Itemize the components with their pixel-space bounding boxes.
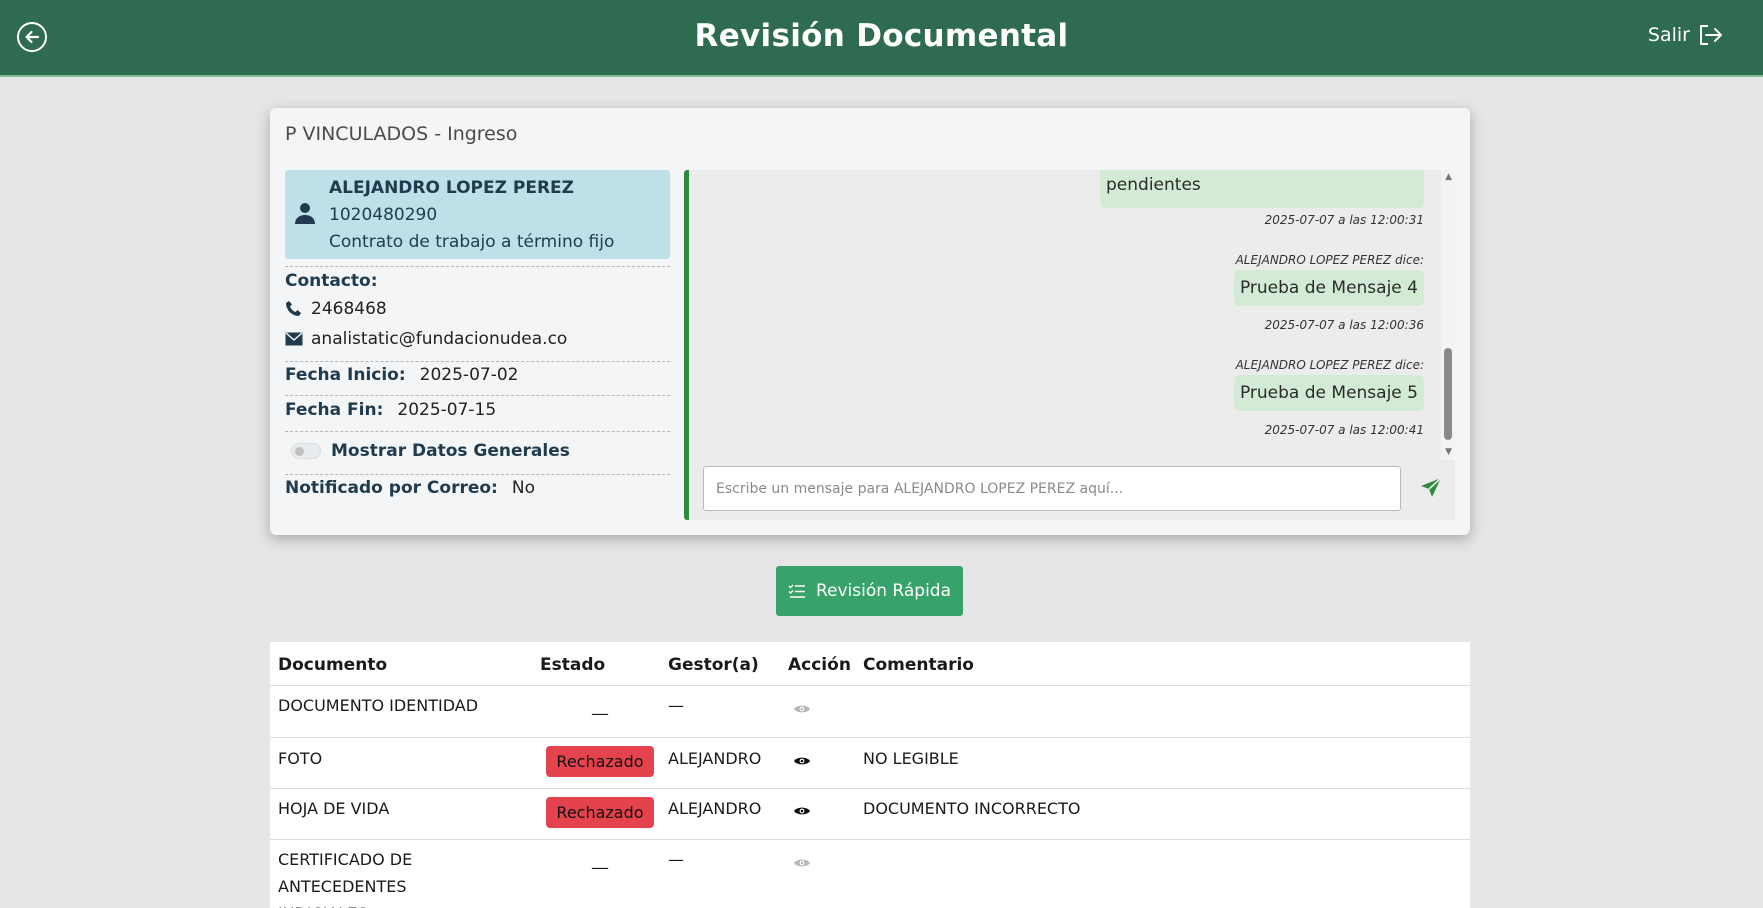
manager-name: ALEJANDRO [668, 749, 762, 768]
chat-timestamp: 2025-07-07 a las 12:00:41 [1264, 423, 1424, 437]
chat-author: ALEJANDRO LOPEZ PEREZ dice: [1235, 253, 1424, 267]
phone-row: 2468468 [285, 299, 387, 319]
chat-message-bubble: pendientes [1100, 170, 1424, 208]
chat-timestamp: 2025-07-07 a las 12:00:36 [1264, 318, 1424, 332]
quick-review-label: Revisión Rápida [815, 581, 952, 601]
divider [285, 266, 670, 267]
view-document-button[interactable] [793, 700, 811, 719]
applicant-card: P VINCULADOS - Ingreso ALEJANDRO LOPEZ P… [270, 108, 1470, 535]
user-icon [295, 203, 315, 224]
document-name: FOTO [278, 749, 323, 768]
eye-icon [794, 705, 810, 713]
document-name: DOCUMENTO IDENTIDAD [278, 696, 479, 715]
phone-icon [286, 301, 301, 316]
divider [285, 474, 670, 475]
divider [285, 431, 670, 432]
chat-panel: pendientes 2025-07-07 a las 12:00:31 ALE… [684, 170, 1455, 520]
column-header: Gestor(a) [668, 655, 759, 675]
start-date-value: 2025-07-02 [419, 365, 519, 385]
top-bar: Revisión Documental Salir [0, 0, 1763, 77]
document-name: HOJA DE VIDA [278, 799, 390, 818]
logout-icon [1700, 25, 1722, 45]
contact-label: Contacto: [285, 271, 378, 291]
general-data-toggle[interactable] [291, 443, 321, 459]
chat-author: ALEJANDRO LOPEZ PEREZ dice: [1235, 358, 1424, 372]
general-data-toggle-row: Mostrar Datos Generales [291, 441, 570, 461]
send-icon[interactable] [1419, 476, 1443, 500]
end-date-row: Fecha Fin: 2025-07-15 [285, 400, 496, 420]
end-date-value: 2025-07-15 [397, 400, 497, 420]
column-header: Comentario [863, 655, 974, 675]
comment-text: DOCUMENTO INCORRECTO [863, 799, 1081, 818]
toggle-label: Mostrar Datos Generales [331, 441, 570, 461]
contact-heading: Contacto: [285, 271, 378, 291]
divider [285, 361, 670, 362]
email-row: analistatic@fundacionudea.co [285, 329, 567, 349]
column-header: Estado [540, 655, 606, 675]
notified-row: Notificado por Correo: No [285, 478, 535, 498]
notified-value: No [511, 478, 535, 498]
view-document-button[interactable] [793, 752, 811, 771]
view-document-button[interactable] [793, 802, 811, 821]
chat-message-bubble: Prueba de Mensaje 4 [1233, 270, 1424, 306]
manager-name: ALEJANDRO [668, 799, 762, 818]
start-date-label: Fecha Inicio: [285, 365, 406, 385]
manager-name: — [668, 696, 684, 715]
scroll-down-icon[interactable]: ▼ [1445, 447, 1452, 457]
table-row: HOJA DE VIDA Rechazado ALEJANDRO DOCUMEN… [270, 789, 1470, 840]
exit-button[interactable]: Salir [1648, 24, 1724, 46]
chat-message-bubble: Prueba de Mensaje 5 [1233, 375, 1424, 411]
eye-icon [794, 859, 810, 867]
status-empty: __ [592, 850, 608, 869]
divider [285, 395, 670, 396]
view-document-button[interactable] [793, 854, 811, 873]
eye-icon [794, 757, 810, 765]
comment-text: NO LEGIBLE [863, 749, 959, 768]
documents-table: Documento Estado Gestor(a) Acción Coment… [270, 642, 1470, 908]
table-row: FOTO Rechazado ALEJANDRO NO LEGIBLE [270, 738, 1470, 789]
eye-icon [794, 807, 810, 815]
document-name: CERTIFICADO DE ANTECEDENTES JUDICIALES [278, 850, 413, 908]
status-badge: Rechazado [546, 797, 654, 828]
start-date-row: Fecha Inicio: 2025-07-02 [285, 365, 518, 385]
notified-label: Notificado por Correo: [285, 478, 498, 498]
chat-message-text: Prueba de Mensaje 5 [1239, 383, 1418, 403]
list-check-icon [788, 584, 805, 598]
exit-label: Salir [1647, 24, 1690, 46]
table-row: DOCUMENTO IDENTIDAD __ — [270, 686, 1470, 738]
column-header: Acción [788, 655, 851, 675]
manager-name: — [668, 850, 684, 869]
page-title: Revisión Documental [694, 18, 1069, 54]
chat-message-text: pendientes [1106, 175, 1201, 195]
chat-message-input[interactable] [703, 466, 1401, 511]
card-title: P VINCULADOS - Ingreso [285, 123, 518, 145]
status-badge: Rechazado [546, 746, 654, 777]
table-header: Documento Estado Gestor(a) Acción Coment… [270, 642, 1470, 686]
quick-review-button[interactable]: Revisión Rápida [776, 566, 963, 616]
chat-message-text: Prueba de Mensaje 4 [1239, 278, 1418, 298]
phone-value: 2468468 [311, 299, 387, 319]
status-empty: __ [592, 696, 608, 715]
person-summary: ALEJANDRO LOPEZ PEREZ 1020480290 Contrat… [285, 170, 670, 259]
column-header: Documento [278, 655, 388, 675]
scrollbar-thumb[interactable] [1444, 348, 1452, 440]
person-id: 1020480290 [329, 205, 438, 225]
chat-timestamp: 2025-07-07 a las 12:00:31 [1264, 213, 1424, 227]
scroll-up-icon[interactable]: ▲ [1445, 172, 1452, 182]
person-contract: Contrato de trabajo a término fijo [329, 232, 615, 252]
end-date-label: Fecha Fin: [285, 400, 384, 420]
table-row: CERTIFICADO DE ANTECEDENTES JUDICIALES _… [270, 840, 1470, 908]
chat-scrollbar[interactable]: ▲ ▼ [1441, 170, 1455, 460]
email-value: analistatic@fundacionudea.co [311, 329, 568, 349]
envelope-icon [285, 332, 303, 346]
person-name: ALEJANDRO LOPEZ PEREZ [329, 178, 574, 198]
